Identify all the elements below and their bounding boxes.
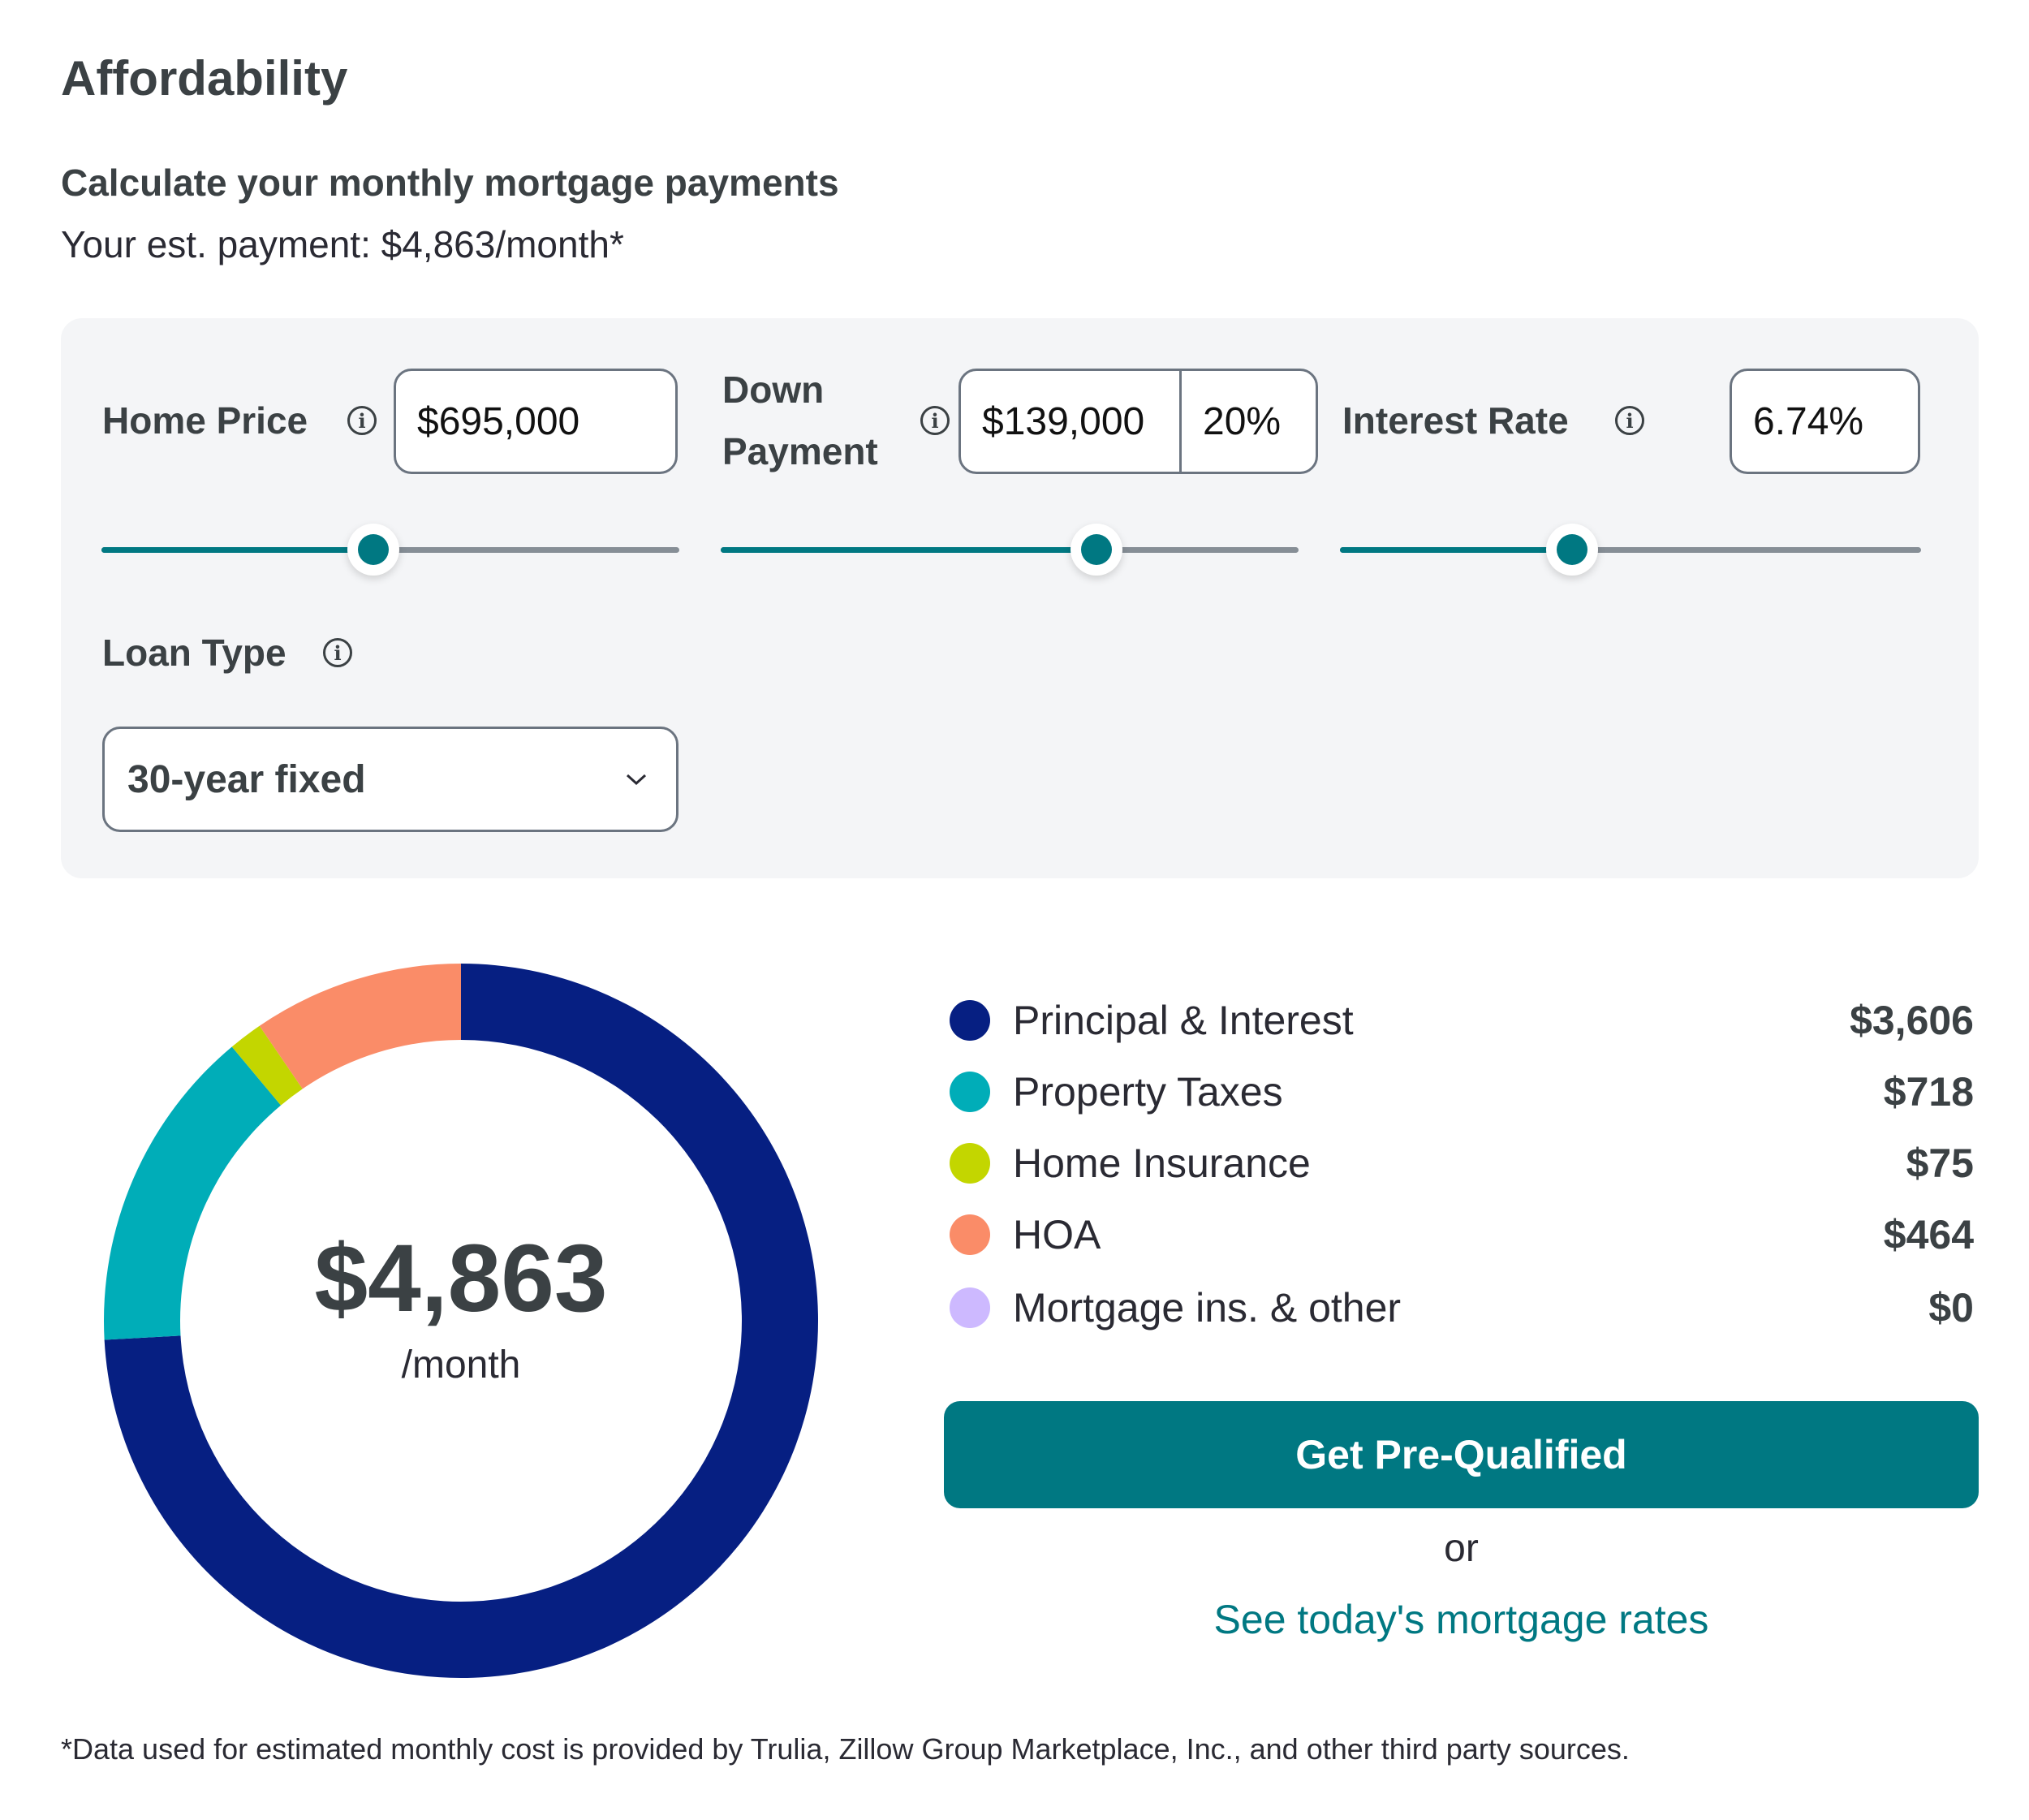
legend-dot-icon: [950, 1214, 990, 1255]
total-monthly-payment: $4,863: [314, 1225, 608, 1332]
loan-type-selected: 30-year fixed: [127, 757, 366, 801]
down-payment-info-icon[interactable]: i: [920, 406, 950, 435]
down-payment-amount-input[interactable]: $139,000: [961, 371, 1182, 472]
interest-rate-slider-thumb[interactable]: [1546, 524, 1599, 576]
legend-dot-icon: [950, 1143, 990, 1184]
legend-value: $464: [1883, 1212, 1974, 1257]
legend-label: Mortgage ins. & other: [1013, 1285, 1402, 1330]
home-price-info-icon[interactable]: i: [347, 406, 377, 435]
down-payment-percent-input[interactable]: 20%: [1182, 371, 1316, 472]
loan-type-info-icon[interactable]: i: [323, 638, 352, 667]
loan-type-label: Loan Type: [102, 632, 286, 674]
legend-item: Home Insurance $75: [950, 1135, 1974, 1192]
home-price-value: $695,000: [417, 399, 580, 443]
estimated-payment: Your est. payment: $4,863/month*: [61, 223, 624, 265]
donut-segment-hoa: [259, 964, 461, 1089]
get-pre-qualified-button[interactable]: Get Pre-Qualified: [944, 1401, 1979, 1508]
interest-rate-label: Interest Rate: [1342, 399, 1569, 442]
legend-item: Mortgage ins. & other $0: [950, 1279, 1974, 1336]
home-price-slider[interactable]: [101, 524, 679, 576]
legend-value: $3,606: [1850, 998, 1974, 1043]
per-month-label: /month: [401, 1343, 521, 1387]
loan-type-select[interactable]: 30-year fixed: [102, 727, 678, 832]
chevron-down-icon: [626, 774, 647, 786]
legend-value: $75: [1906, 1141, 1974, 1186]
legend-label: Property Taxes: [1013, 1069, 1283, 1115]
section-title: Affordability: [61, 51, 348, 106]
down-payment-label-line2: Payment: [722, 430, 878, 472]
legend-label: Home Insurance: [1013, 1141, 1311, 1186]
legend-dot-icon: [950, 1000, 990, 1041]
legend-value: $718: [1883, 1069, 1974, 1115]
or-separator: or: [1444, 1527, 1479, 1570]
legend-item: Principal & Interest $3,606: [950, 992, 1974, 1049]
interest-rate-slider-fill: [1340, 547, 1573, 553]
down-payment-slider[interactable]: [721, 524, 1299, 576]
interest-rate-input[interactable]: 6.74%: [1730, 369, 1920, 474]
data-disclaimer: *Data used for estimated monthly cost is…: [61, 1732, 1630, 1766]
home-price-slider-thumb[interactable]: [347, 524, 399, 576]
calculator-subtitle: Calculate your monthly mortgage payments: [61, 162, 839, 204]
legend-dot-icon: [950, 1072, 990, 1112]
home-price-label: Home Price: [102, 399, 308, 442]
home-price-slider-fill: [101, 547, 373, 553]
legend-value: $0: [1928, 1285, 1974, 1330]
down-payment-slider-fill: [721, 547, 1096, 553]
down-payment-slider-thumb[interactable]: [1070, 524, 1122, 576]
interest-rate-slider[interactable]: [1340, 524, 1921, 576]
legend-dot-icon: [950, 1287, 990, 1328]
legend-label: HOA: [1013, 1212, 1101, 1257]
home-price-input[interactable]: $695,000: [394, 369, 678, 474]
donut-center-label: $4,863 /month: [136, 1226, 786, 1387]
legend-label: Principal & Interest: [1013, 998, 1354, 1043]
interest-rate-info-icon[interactable]: i: [1615, 406, 1644, 435]
down-payment-label-line1: Down: [722, 369, 825, 411]
mortgage-rates-link[interactable]: See today's mortgage rates: [944, 1596, 1979, 1643]
down-payment-input-group: $139,000 20%: [958, 369, 1318, 474]
legend-item: HOA $464: [950, 1206, 1974, 1263]
legend-item: Property Taxes $718: [950, 1063, 1974, 1120]
